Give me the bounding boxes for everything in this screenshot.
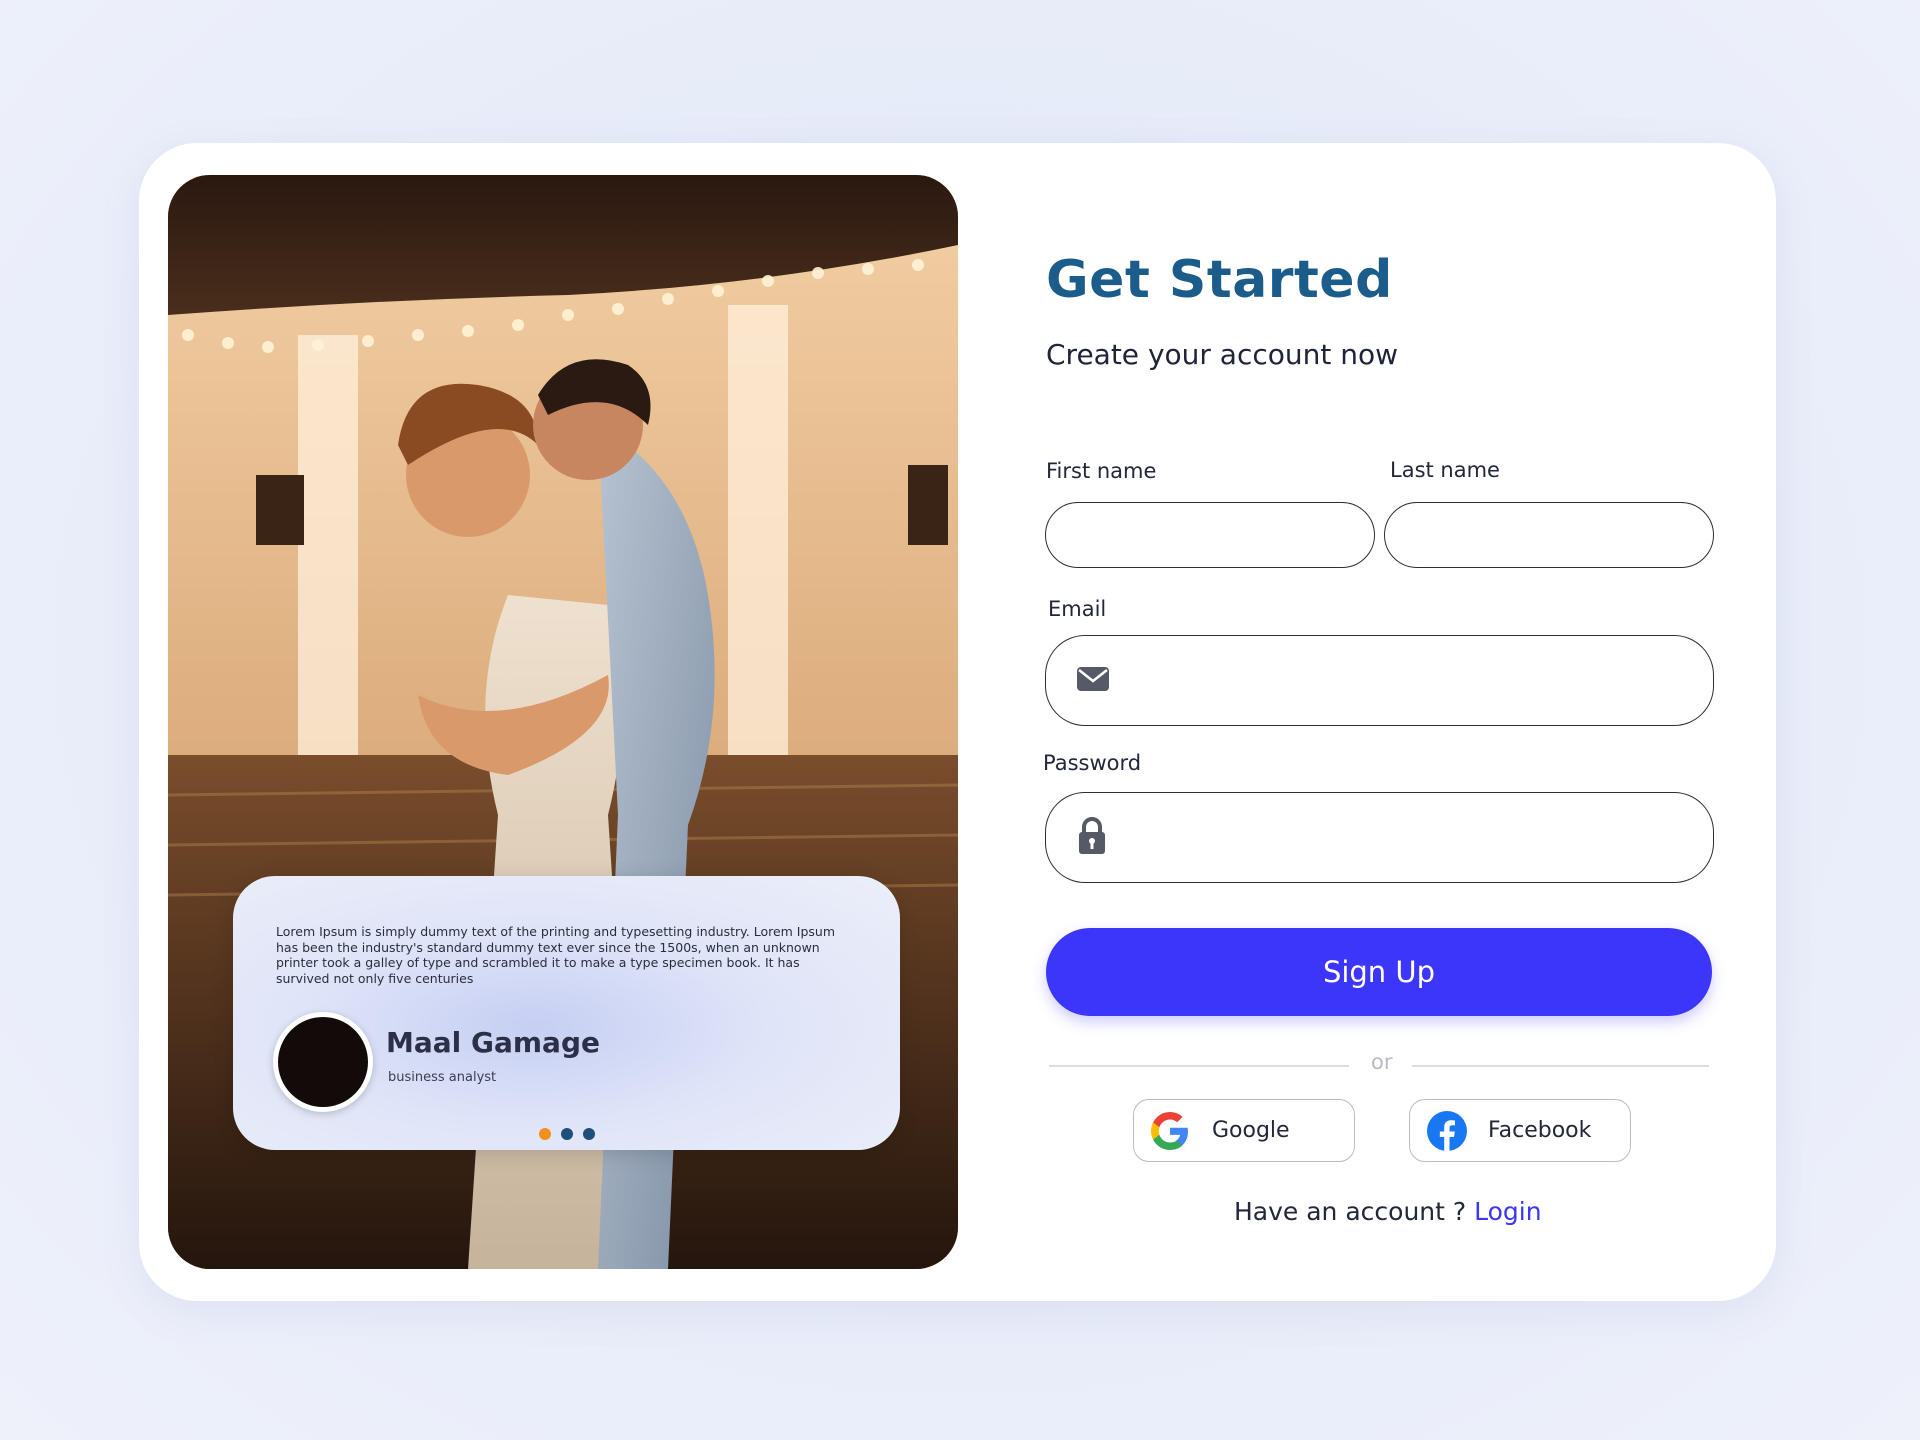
carousel-dots <box>539 1128 595 1140</box>
carousel-dot-1[interactable] <box>539 1128 551 1140</box>
email-label: Email <box>1048 597 1107 621</box>
author-name: Maal Gamage <box>386 1026 600 1059</box>
have-account-line: Have an account ? Login <box>1234 1197 1542 1226</box>
first-name-field[interactable] <box>1045 502 1375 568</box>
testimonial-text: Lorem Ipsum is simply dummy text of the … <box>276 924 836 986</box>
carousel-dot-3[interactable] <box>583 1128 595 1140</box>
google-button[interactable]: Google <box>1133 1099 1355 1162</box>
google-label: Google <box>1212 1118 1290 1143</box>
login-link[interactable]: Login <box>1474 1197 1541 1226</box>
divider-left <box>1049 1065 1349 1067</box>
facebook-button[interactable]: Facebook <box>1409 1099 1631 1162</box>
lock-icon <box>1077 816 1107 860</box>
testimonial-card: Lorem Ipsum is simply dummy text of the … <box>233 876 900 1150</box>
envelope-icon <box>1076 665 1110 697</box>
google-icon <box>1148 1109 1192 1153</box>
facebook-label: Facebook <box>1488 1118 1592 1143</box>
last-name-field[interactable] <box>1384 502 1714 568</box>
page-subtitle: Create your account now <box>1046 338 1399 371</box>
password-field[interactable] <box>1045 792 1714 883</box>
last-name-label: Last name <box>1390 458 1500 482</box>
author-role: business analyst <box>388 1070 497 1085</box>
facebook-icon <box>1426 1110 1468 1152</box>
divider-right <box>1412 1065 1709 1067</box>
first-name-label: First name <box>1046 459 1157 483</box>
account-prompt: Have an account ? <box>1234 1197 1467 1226</box>
carousel-dot-2[interactable] <box>561 1128 573 1140</box>
page-title: Get Started <box>1046 250 1393 310</box>
or-separator: or <box>1371 1050 1393 1074</box>
password-label: Password <box>1043 751 1142 775</box>
sign-up-button[interactable]: Sign Up <box>1046 928 1712 1016</box>
email-field[interactable] <box>1045 635 1714 726</box>
avatar <box>273 1012 373 1112</box>
